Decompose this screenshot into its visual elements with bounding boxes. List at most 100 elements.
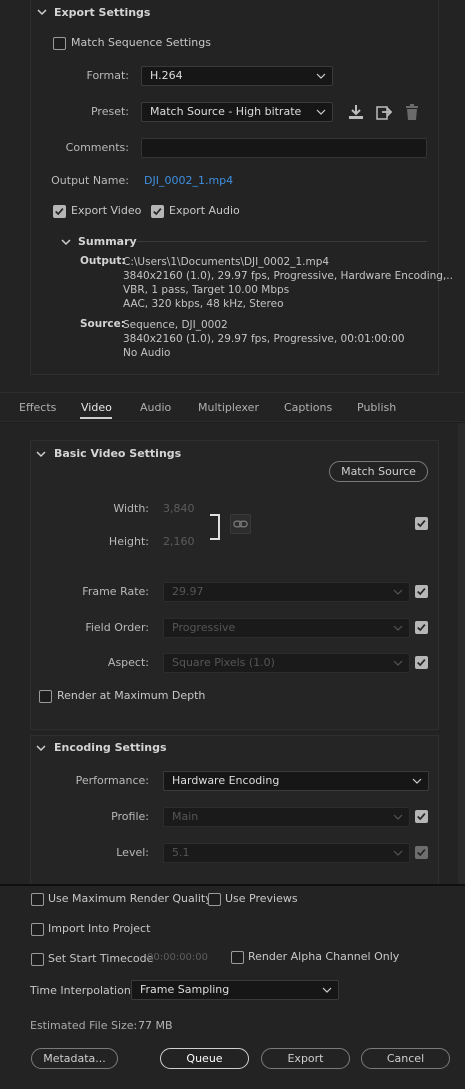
- frame-rate-checkbox[interactable]: [415, 585, 428, 598]
- width-value[interactable]: 3,840: [163, 502, 195, 515]
- checkmark-icon: [417, 519, 426, 528]
- use-max-render-checkbox[interactable]: [31, 893, 44, 906]
- width-label: Width:: [113, 502, 149, 515]
- comments-input[interactable]: [141, 138, 427, 158]
- profile-checkbox[interactable]: [415, 810, 428, 823]
- checkmark-icon: [417, 848, 426, 857]
- export-button[interactable]: Export: [261, 1048, 350, 1069]
- render-alpha-label: Render Alpha Channel Only: [248, 950, 400, 963]
- export-settings-title: Export Settings: [54, 6, 151, 19]
- level-dropdown[interactable]: 5.1: [163, 843, 410, 863]
- aspect-checkbox[interactable]: [415, 656, 428, 669]
- checkmark-icon: [417, 587, 426, 596]
- save-preset-icon[interactable]: [347, 103, 365, 121]
- frame-rate-value: 29.97: [172, 585, 204, 598]
- checkmark-icon: [417, 812, 426, 821]
- field-order-value: Progressive: [172, 621, 236, 634]
- performance-value: Hardware Encoding: [172, 774, 280, 787]
- performance-dropdown[interactable]: Hardware Encoding: [163, 771, 429, 791]
- chevron-down-icon: [322, 987, 332, 993]
- chevron-down-icon: [412, 778, 422, 784]
- output-name-link[interactable]: DJI_0002_1.mp4: [144, 174, 233, 187]
- render-max-depth-checkbox[interactable]: [39, 690, 52, 703]
- active-tab-indicator: [80, 417, 112, 419]
- aspect-dropdown[interactable]: Square Pixels (1.0): [163, 653, 410, 673]
- level-checkbox[interactable]: [415, 846, 428, 859]
- chevron-down-icon[interactable]: [60, 237, 72, 247]
- export-audio-checkbox[interactable]: [151, 205, 164, 218]
- checkmark-icon: [153, 207, 162, 216]
- settings-tab-bar: Effects Video Audio Multiplexer Captions…: [0, 392, 465, 422]
- link-bracket: [210, 514, 220, 540]
- scrollbar-track[interactable]: [458, 423, 465, 884]
- profile-label: Profile:: [111, 810, 149, 823]
- summary-source-line: 3840x2160 (1.0), 29.97 fps, Progressive,…: [123, 333, 405, 345]
- import-preset-icon[interactable]: [375, 103, 393, 121]
- delete-preset-icon[interactable]: [403, 103, 421, 121]
- tab-multiplexer[interactable]: Multiplexer: [198, 401, 259, 414]
- frame-rate-dropdown[interactable]: 29.97: [163, 582, 410, 602]
- summary-output-line: VBR, 1 pass, Target 10.00 Mbps: [123, 284, 290, 296]
- summary-output-label: Output:: [80, 255, 126, 267]
- height-value[interactable]: 2,160: [163, 535, 195, 548]
- field-order-checkbox[interactable]: [415, 621, 428, 634]
- link-dimensions-button[interactable]: [230, 514, 251, 534]
- comments-label: Comments:: [65, 141, 129, 154]
- chevron-down-icon: [316, 73, 326, 79]
- profile-dropdown[interactable]: Main: [163, 807, 410, 827]
- dimensions-override-checkbox[interactable]: [415, 517, 428, 530]
- import-project-label: Import Into Project: [48, 922, 151, 935]
- time-interp-label: Time Interpolation:: [30, 984, 135, 997]
- set-start-timecode-label: Set Start Timecode: [48, 952, 154, 965]
- import-project-checkbox[interactable]: [31, 923, 44, 936]
- chevron-down-icon: [393, 660, 403, 666]
- tab-captions[interactable]: Captions: [284, 401, 332, 414]
- tab-video[interactable]: Video: [81, 401, 112, 414]
- set-start-timecode-checkbox[interactable]: [31, 953, 44, 966]
- export-settings-header[interactable]: [36, 7, 48, 20]
- export-video-label: Export Video: [71, 204, 142, 217]
- profile-value: Main: [172, 810, 199, 823]
- chevron-down-icon: [393, 625, 403, 631]
- tab-audio[interactable]: Audio: [140, 401, 171, 414]
- use-previews-checkbox[interactable]: [208, 893, 221, 906]
- chain-link-icon: [233, 520, 248, 528]
- field-order-label: Field Order:: [85, 621, 149, 634]
- format-value: H.264: [150, 69, 183, 82]
- aspect-value: Square Pixels (1.0): [172, 656, 275, 669]
- basic-video-title: Basic Video Settings: [54, 447, 182, 460]
- summary-divider: [137, 241, 427, 242]
- output-name-label: Output Name:: [51, 174, 129, 187]
- use-max-render-label: Use Maximum Render Quality: [48, 892, 212, 905]
- summary-source-line: No Audio: [123, 347, 171, 359]
- format-dropdown[interactable]: H.264: [141, 66, 333, 86]
- render-alpha-checkbox[interactable]: [231, 951, 244, 964]
- chevron-down-icon: [393, 814, 403, 820]
- chevron-down-icon: [37, 9, 47, 16]
- match-sequence-checkbox[interactable]: [53, 37, 66, 50]
- tab-effects[interactable]: Effects: [19, 401, 56, 414]
- chevron-down-icon[interactable]: [35, 743, 47, 753]
- match-source-button[interactable]: Match Source: [329, 461, 428, 482]
- metadata-button[interactable]: Metadata...: [31, 1048, 118, 1069]
- queue-button[interactable]: Queue: [160, 1048, 249, 1069]
- height-label: Height:: [108, 535, 149, 548]
- start-timecode-field[interactable]: 00:00:00:00: [147, 952, 208, 963]
- checkmark-icon: [55, 207, 64, 216]
- export-video-checkbox[interactable]: [53, 205, 66, 218]
- chevron-down-icon: [393, 589, 403, 595]
- level-label: Level:: [116, 846, 149, 859]
- level-value: 5.1: [172, 846, 190, 859]
- tab-publish[interactable]: Publish: [357, 401, 396, 414]
- render-max-depth-label: Render at Maximum Depth: [57, 689, 206, 702]
- encoding-title: Encoding Settings: [54, 741, 167, 754]
- field-order-dropdown[interactable]: Progressive: [163, 618, 410, 638]
- summary-source-text: Sequence, DJI_0002 3840x2160 (1.0), 29.9…: [123, 318, 433, 360]
- est-size-value: 77 MB: [138, 1019, 173, 1032]
- performance-label: Performance:: [75, 774, 149, 787]
- chevron-down-icon[interactable]: [35, 449, 47, 459]
- time-interp-dropdown[interactable]: Frame Sampling: [131, 980, 339, 1000]
- summary-output-line: C:\Users\1\Documents\DJI_0002_1.mp4: [123, 256, 330, 268]
- preset-dropdown[interactable]: Match Source - High bitrate: [141, 102, 333, 122]
- cancel-button[interactable]: Cancel: [361, 1048, 450, 1069]
